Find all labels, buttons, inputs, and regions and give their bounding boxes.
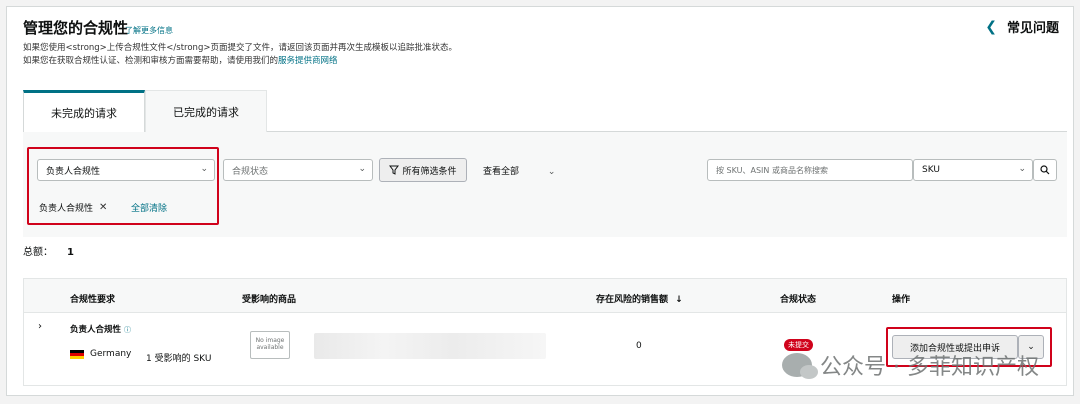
col-sales-at-risk[interactable]: 存在风险的销售额 ↓ [596, 292, 683, 305]
chevron-down-icon: ⌄ [1018, 164, 1026, 174]
responsible-select-value: 负责人合规性 [46, 166, 101, 177]
sales-at-risk-value: 0 [636, 341, 642, 351]
product-image-placeholder: No image available [250, 331, 290, 359]
country-name: Germany [90, 349, 132, 359]
responsible-compliance-select[interactable]: 负责人合规性 ⌄ [37, 159, 215, 181]
close-icon[interactable]: ✕ [99, 202, 107, 213]
expand-chevron-icon[interactable]: › [38, 321, 42, 332]
info-note-help-text: 如果您在获取合规性认证、检测和审核方面需要帮助，请使用我们的 [23, 56, 279, 66]
faq-label: 常见问题 [1006, 21, 1059, 36]
search-input[interactable]: 按 SKU、ASIN 或商品名称搜索 [707, 159, 913, 181]
col-requirement: 合规性要求 [70, 295, 116, 305]
view-all-label: 查看全部 [483, 167, 520, 177]
compliance-dashboard: 管理您的合规性 了解更多信息 如果您使用<strong>上传合规性文件</str… [6, 6, 1074, 396]
germany-flag-icon [70, 349, 84, 359]
search-placeholder: 按 SKU、ASIN 或商品名称搜索 [716, 165, 828, 175]
tab-completed-requests[interactable]: 已完成的请求 [145, 90, 267, 132]
request-tabs: 未完成的请求 已完成的请求 [23, 90, 1067, 133]
requirement-name: 负责人合规性 ⓘ [70, 323, 131, 335]
search-icon [1040, 165, 1050, 175]
tab-open-requests[interactable]: 未完成的请求 [23, 90, 145, 133]
info-note-help: 如果您在获取合规性认证、检测和审核方面需要帮助，请使用我们的服务提供商网络 [23, 54, 338, 66]
chevron-left-icon: ❮ [985, 18, 997, 35]
info-icon[interactable]: ⓘ [124, 326, 131, 334]
table-header: 合规性要求 受影响的商品 存在风险的销售额 ↓ 合规状态 操作 [24, 279, 1066, 313]
chevron-down-icon: ⌄ [547, 167, 556, 177]
watermark: 公众号 · 多菲知识产权 [782, 349, 1039, 381]
info-note-upload: 如果您使用<strong>上传合规性文件</strong>页面提交了文件，请返回… [23, 43, 457, 53]
clear-all-link[interactable]: 全部清除 [131, 201, 167, 214]
filter-icon [389, 165, 400, 175]
search-button[interactable] [1033, 159, 1057, 181]
search-scope-select[interactable]: SKU ⌄ [913, 159, 1033, 181]
country-marketplace: Germany [70, 349, 131, 359]
affected-sku-count: 1 受影响的 SKU [146, 354, 212, 364]
col-affected-products: 受影响的商品 [242, 295, 297, 305]
active-filter-label: 负责人合规性 [39, 203, 94, 214]
compliance-status-select[interactable]: 合规状态 ⌄ [223, 159, 373, 181]
search-scope-value: SKU [922, 165, 940, 175]
active-filter-chip: 负责人合规性 ✕ [39, 197, 107, 217]
service-provider-link[interactable]: 服务提供商网络 [278, 56, 338, 66]
watermark-text: 公众号 · 多菲知识产权 [820, 355, 1039, 380]
wechat-icon [782, 353, 819, 379]
page-title: 管理您的合规性 [23, 19, 129, 37]
all-filters-button[interactable]: 所有筛选条件 [379, 158, 467, 182]
total-label: 总额： [23, 247, 53, 258]
view-all-select[interactable]: 查看全部 ⌄ [483, 164, 555, 177]
total-value: 1 [67, 247, 74, 258]
all-filters-label: 所有筛选条件 [402, 166, 457, 177]
chevron-down-icon: ⌄ [358, 164, 366, 174]
arrow-down-icon: ↓ [675, 295, 683, 305]
product-title-redacted [314, 333, 546, 359]
col-compliance-status: 合规状态 [780, 295, 817, 305]
learn-more-link[interactable]: 了解更多信息 [125, 25, 173, 36]
status-select-placeholder: 合规状态 [232, 166, 269, 177]
faq-toggle[interactable]: ❮ 常见问题 [985, 17, 1059, 37]
requirement-label: 负责人合规性 [70, 325, 122, 335]
col-sales-at-risk-label: 存在风险的销售额 [596, 295, 669, 305]
chevron-down-icon: ⌄ [200, 164, 208, 174]
total-count: 总额： 1 [23, 243, 74, 258]
col-actions: 操作 [892, 295, 911, 305]
